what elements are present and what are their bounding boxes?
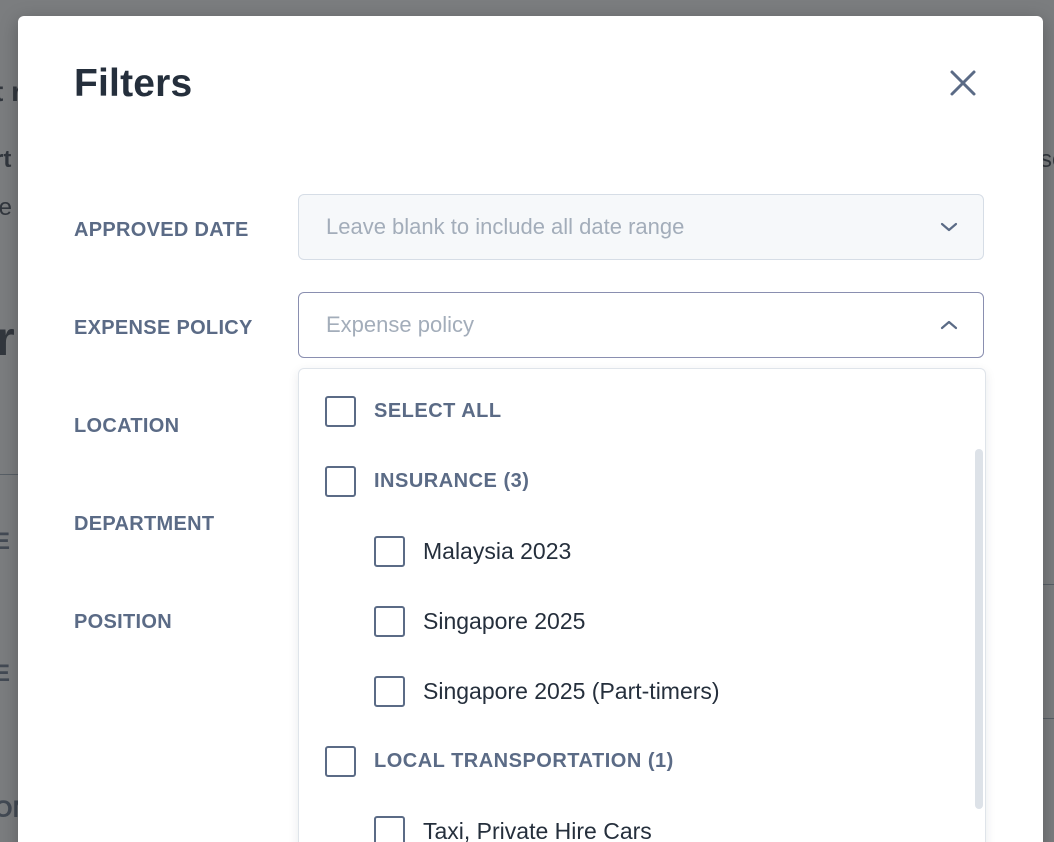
option-label: INSURANCE (3) <box>374 469 530 492</box>
chevron-down-icon <box>940 222 958 232</box>
checkbox[interactable] <box>374 535 405 567</box>
checkbox[interactable] <box>374 605 405 637</box>
close-icon <box>950 70 976 96</box>
option-label: SELECT ALL <box>374 399 502 422</box>
option-taxi-private-hire-cars[interactable]: Taxi, Private Hire Cars <box>374 813 652 842</box>
approved-date-select[interactable]: Leave blank to include all date range <box>298 194 984 260</box>
department-label: DEPARTMENT <box>74 513 215 535</box>
checkbox[interactable] <box>325 395 356 427</box>
expense-policy-label: EXPENSE POLICY <box>74 317 253 339</box>
option-label: Malaysia 2023 <box>423 537 572 564</box>
expense-policy-select[interactable]: Expense policy <box>298 292 984 358</box>
option-select-all[interactable]: SELECT ALL <box>325 393 502 429</box>
position-label: POSITION <box>74 611 172 633</box>
checkbox[interactable] <box>325 465 356 497</box>
option-group-local-transportation[interactable]: LOCAL TRANSPORTATION (1) <box>325 743 674 779</box>
approved-date-label: APPROVED DATE <box>74 219 249 241</box>
option-label: LOCAL TRANSPORTATION (1) <box>374 749 674 772</box>
expense-policy-placeholder: Expense policy <box>326 312 474 337</box>
checkbox[interactable] <box>325 745 356 777</box>
dropdown-scrollbar[interactable] <box>975 449 983 809</box>
filters-modal: Filters APPROVED DATE Leave blank to inc… <box>18 16 1043 842</box>
checkbox[interactable] <box>374 675 405 707</box>
close-button[interactable] <box>942 62 984 104</box>
option-label: Singapore 2025 (Part-timers) <box>423 677 720 704</box>
option-malaysia-2023[interactable]: Malaysia 2023 <box>374 533 571 569</box>
checkbox[interactable] <box>374 815 405 842</box>
option-group-insurance[interactable]: INSURANCE (3) <box>325 463 529 499</box>
option-label: Singapore 2025 <box>423 607 586 634</box>
modal-title: Filters <box>74 62 193 105</box>
chevron-up-icon <box>940 320 958 330</box>
option-label: Taxi, Private Hire Cars <box>423 817 652 842</box>
expense-policy-dropdown: SELECT ALL INSURANCE (3) Malaysia 2023 S… <box>298 368 986 842</box>
option-singapore-2025[interactable]: Singapore 2025 <box>374 603 585 639</box>
option-singapore-2025-part-timers[interactable]: Singapore 2025 (Part-timers) <box>374 673 720 709</box>
approved-date-placeholder: Leave blank to include all date range <box>326 214 685 239</box>
location-label: LOCATION <box>74 415 180 437</box>
